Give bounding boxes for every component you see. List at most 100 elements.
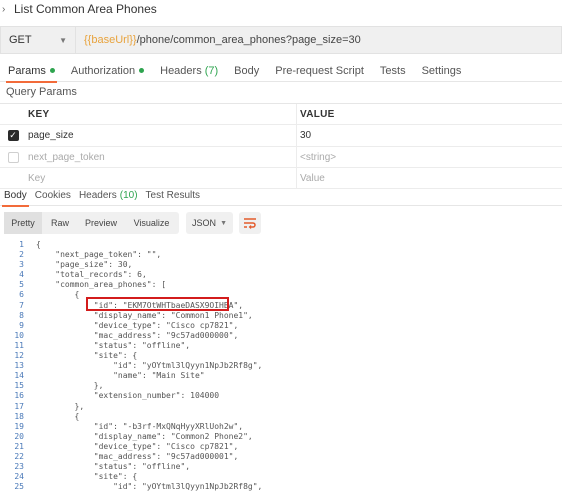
param-checkbox[interactable]	[7, 151, 19, 163]
highlight-annotation	[86, 297, 229, 311]
wrap-lines-icon	[244, 218, 256, 229]
status-dot	[49, 68, 55, 73]
code-text: "status": "offline",	[36, 462, 191, 472]
tab-pre-request-script[interactable]: Pre-request Script	[267, 60, 372, 82]
new-param-value-input[interactable]: Value	[297, 168, 562, 188]
line-number: 3	[19, 260, 24, 270]
line-number: 12	[14, 351, 24, 361]
wrap-lines-button[interactable]	[239, 212, 261, 234]
param-value[interactable]: <string>	[297, 147, 562, 167]
code-line: 2 "next_page_token": "",	[0, 250, 562, 260]
code-line: 15 },	[0, 381, 562, 391]
code-text: "name": "Main Site"	[36, 371, 205, 381]
method-label: GET	[9, 34, 32, 46]
tab-count: (7)	[204, 64, 219, 77]
line-number: 25	[14, 482, 24, 492]
code-line: 8 "display_name": "Common1 Phone1",	[0, 311, 562, 321]
code-text: "total_records": 6,	[36, 270, 147, 280]
view-mode-raw[interactable]: Raw	[42, 212, 78, 234]
view-mode-preview[interactable]: Preview	[78, 212, 124, 234]
tab-test-results[interactable]: Test Results	[142, 186, 204, 206]
tab-cookies[interactable]: Cookies	[31, 186, 75, 206]
response-body-viewer[interactable]: 1{2 "next_page_token": "", 3 "page_size":…	[0, 240, 562, 500]
chevron-down-icon: ▼	[220, 219, 227, 227]
line-number: 16	[14, 391, 24, 401]
url-variable: {{baseUrl}}	[84, 34, 137, 46]
column-header-key: KEY	[26, 104, 297, 124]
method-select[interactable]: GET ▼	[0, 26, 76, 54]
view-mode-pretty[interactable]: Pretty	[4, 212, 42, 234]
line-number: 7	[19, 300, 24, 310]
tab-body[interactable]: Body	[226, 60, 267, 82]
code-text: {	[36, 290, 80, 300]
column-header-value: VALUE	[300, 108, 335, 120]
line-number: 20	[14, 431, 24, 441]
tab-label: Headers	[78, 190, 117, 201]
code-text: "site": {	[36, 472, 138, 482]
tab-authorization[interactable]: Authorization	[63, 60, 152, 82]
table-row: next_page_token <string>	[0, 147, 562, 168]
tab-response-headers[interactable]: Headers (10)	[75, 186, 142, 206]
view-mode-visualize[interactable]: Visualize	[124, 212, 179, 234]
line-number: 21	[14, 441, 24, 451]
format-select[interactable]: JSON ▼	[186, 212, 233, 234]
code-text: "mac_address": "9c57ad000001",	[36, 451, 239, 461]
code-text: "id": "yOYtml3lQyyn1NpJb2Rf8g",	[36, 361, 263, 371]
chevron-right-icon[interactable]: ›	[0, 4, 14, 15]
param-key[interactable]: next_page_token	[26, 147, 297, 167]
tab-label: Test Results	[145, 190, 201, 201]
line-number: 11	[14, 340, 24, 350]
line-number: 2	[19, 250, 24, 260]
code-line: 22 "mac_address": "9c57ad000001",	[0, 452, 562, 462]
checkbox-cell	[0, 147, 26, 167]
tab-label: Settings	[421, 64, 462, 77]
line-number: 13	[14, 361, 24, 371]
response-view-bar: Pretty Raw Preview Visualize JSON ▼	[0, 210, 562, 236]
table-header: KEY VALUE	[0, 104, 562, 125]
code-line: 13 "id": "yOYtml3lQyyn1NpJb2Rf8g",	[0, 361, 562, 371]
url-path: /phone/common_area_phones?page_size=30	[136, 34, 361, 46]
format-label: JSON	[192, 218, 217, 228]
code-line: 14 "name": "Main Site"	[0, 371, 562, 381]
line-number: 19	[14, 421, 24, 431]
tab-label: Headers	[160, 64, 202, 77]
code-line: 11 "status": "offline",	[0, 341, 562, 351]
tab-label: Authorization	[70, 64, 136, 77]
code-text: "device_type": "Cisco cp7821",	[36, 320, 239, 330]
line-number: 8	[19, 310, 24, 320]
code-text: "site": {	[36, 351, 138, 361]
param-value[interactable]: 30	[297, 125, 562, 146]
param-checkbox[interactable]: ✓	[7, 130, 19, 141]
code-text: {	[36, 411, 80, 421]
line-number: 24	[14, 472, 24, 482]
url-input[interactable]: {{baseUrl}}/phone/common_area_phones?pag…	[76, 26, 562, 54]
code-text: "device_type": "Cisco cp7821",	[36, 441, 239, 451]
code-line: 5 "common_area_phones": [	[0, 280, 562, 290]
query-params-label: Query Params	[6, 86, 77, 98]
code-text: "mac_address": "9c57ad000000",	[36, 330, 239, 340]
response-tabs: Body Cookies Headers (10) Test Results	[0, 186, 562, 207]
tab-response-body[interactable]: Body	[0, 186, 31, 207]
view-mode-selector: Pretty Raw Preview Visualize	[4, 212, 179, 234]
line-number: 9	[19, 320, 24, 330]
code-line: 1{	[0, 240, 562, 250]
request-title-row[interactable]: › List Common Area Phones	[0, 0, 562, 18]
tab-label: Body	[234, 64, 260, 77]
url-bar: GET ▼ {{baseUrl}}/phone/common_area_phon…	[0, 26, 562, 54]
code-line: 24 "site": {	[0, 472, 562, 482]
tab-settings[interactable]: Settings	[414, 60, 470, 82]
code-text: "common_area_phones": [	[36, 280, 167, 290]
code-text: {	[36, 240, 41, 249]
code-text: "display_name": "Common2 Phone2",	[36, 431, 253, 441]
tab-params[interactable]: Params	[0, 60, 63, 83]
tab-headers[interactable]: Headers (7)	[152, 60, 226, 82]
code-line: 17 },	[0, 402, 562, 412]
code-line: 10 "mac_address": "9c57ad000000",	[0, 331, 562, 341]
tab-tests[interactable]: Tests	[372, 60, 414, 82]
line-number: 18	[14, 411, 24, 421]
tab-label: Pre-request Script	[275, 64, 364, 77]
code-line: 21 "device_type": "Cisco cp7821",	[0, 442, 562, 452]
code-text: "id": "-b3rf-MxQNqHyyXRlUoh2w",	[36, 421, 244, 431]
param-key[interactable]: page_size	[26, 125, 297, 146]
line-number: 6	[19, 290, 24, 300]
